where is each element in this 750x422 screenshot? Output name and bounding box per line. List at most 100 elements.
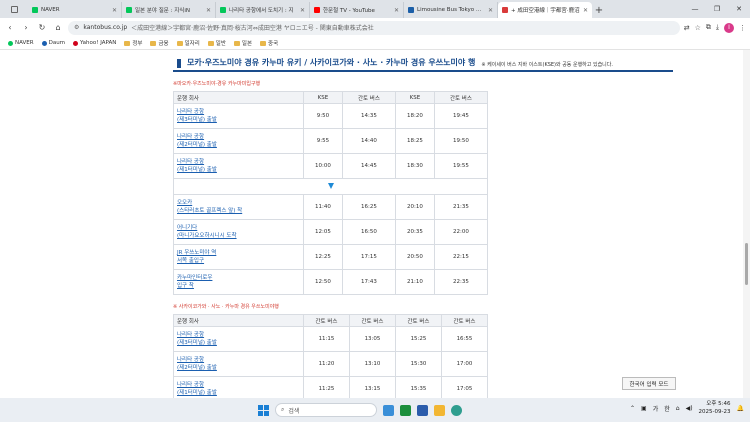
tab-actions[interactable] xyxy=(0,0,28,18)
menu-icon[interactable]: ⋮ xyxy=(739,24,746,32)
minimize-icon[interactable]: — xyxy=(684,0,706,18)
timetable-1: 운행 회사 KSE 간토 버스 KSE 간토 버스 나리타 공항 (제3터미널) 출발 9:… xyxy=(173,91,489,295)
tab-close-icon[interactable]: ✕ xyxy=(583,7,588,14)
word-icon[interactable] xyxy=(417,404,428,416)
widgets-icon[interactable] xyxy=(383,404,394,416)
excel-icon[interactable] xyxy=(400,404,411,416)
bookmark-item[interactable]: 정부 xyxy=(124,39,142,47)
network-icon[interactable]: ⌂ xyxy=(676,405,680,412)
stop-link[interactable]: 입구 착 xyxy=(177,282,303,290)
bookmark-item[interactable]: 금융 xyxy=(150,39,169,47)
tab-favicon-icon xyxy=(408,7,414,13)
tray-chevron-icon[interactable]: ⌃ xyxy=(630,405,635,412)
page-scrollbar[interactable] xyxy=(743,50,750,398)
maximize-icon[interactable]: ❐ xyxy=(706,0,728,18)
home-icon[interactable]: ⌂ xyxy=(52,22,64,34)
bookmark-item[interactable]: 중국 xyxy=(260,39,278,47)
stop-link[interactable]: (제2터미널) 출발 xyxy=(177,364,303,372)
folder-icon xyxy=(233,40,240,46)
stop-link[interactable]: 나리타 공항 xyxy=(177,158,303,166)
stop-cell: 오오카 (스타러초토 골프렉스 앞) 착 xyxy=(173,194,304,220)
profile-avatar[interactable]: I xyxy=(724,22,734,33)
stop-link[interactable]: 나리타 공항 xyxy=(177,356,303,364)
table-row: JR 우쓰노미야 역 서쪽 출입구 12:25 17:15 20:50 22:15 xyxy=(173,244,489,270)
translate-icon[interactable]: ⇄ xyxy=(684,24,690,32)
tab-search-icon[interactable] xyxy=(10,5,18,13)
stop-link[interactable]: (제3터미널) 출발 xyxy=(177,339,303,347)
browser-tab[interactable]: + 成田空港線｜宇都宮·鹿沼 ✕ xyxy=(498,2,592,18)
stop-link[interactable]: (제1터미널) 출발 xyxy=(177,166,303,174)
downloads-icon[interactable]: ⤓ xyxy=(716,23,719,32)
stop-link[interactable]: (마니가요오하시니시 도착 xyxy=(177,232,303,240)
stop-link[interactable]: 나리타 공항 xyxy=(177,133,303,141)
bookmark-item[interactable]: 일반 xyxy=(207,39,226,47)
scrollbar-thumb[interactable] xyxy=(745,243,748,285)
ime-indicator[interactable]: 가 xyxy=(653,404,659,413)
table1-caption: ※마오카·우즈노미야·경유 카누마미입구행 xyxy=(173,81,261,87)
time-cell: 11:15 xyxy=(303,326,350,352)
browser-tab[interactable]: Limousine Bus Tokyo Airpo ✕ xyxy=(404,2,498,18)
file-explorer-icon[interactable] xyxy=(434,404,445,416)
language-indicator[interactable]: 한 xyxy=(664,404,670,413)
back-icon[interactable]: ‹ xyxy=(4,22,16,34)
stop-cell: JR 우쓰노미야 역 서쪽 출입구 xyxy=(173,244,304,270)
time-cell: 16:25 xyxy=(341,194,396,220)
taskbar-search[interactable]: ⌕ 검색 xyxy=(275,403,377,417)
stop-link[interactable]: 오오카 xyxy=(177,199,303,207)
stop-link[interactable]: (제1터미널) 출발 xyxy=(177,389,303,397)
tab-close-icon[interactable]: ✕ xyxy=(394,7,399,14)
tab-close-icon[interactable]: ✕ xyxy=(300,7,305,14)
stop-cell: 나리타 공항 (제1터미널) 출발 xyxy=(173,376,304,398)
stop-link[interactable]: 나리타 공항 xyxy=(177,381,303,389)
site-info-icon[interactable]: ⚙ xyxy=(74,24,79,31)
tab-close-icon[interactable]: ✕ xyxy=(488,7,493,14)
forward-icon[interactable]: › xyxy=(20,22,32,34)
extensions-icon[interactable]: ⧉ xyxy=(706,23,711,32)
bookmark-favicon-icon xyxy=(41,40,47,46)
bookmark-item[interactable]: Daum xyxy=(41,40,65,46)
close-icon[interactable]: ✕ xyxy=(728,0,750,18)
stop-link[interactable]: (스타러초토 골프렉스 앞) 착 xyxy=(177,207,303,215)
stop-link[interactable]: 나리타 공항 xyxy=(177,331,303,339)
notification-icon[interactable]: 🔔 xyxy=(737,405,744,412)
stop-cell: 나리타 공항 (제3터미널) 출발 xyxy=(173,326,304,352)
bookmark-item[interactable]: Yahoo! JAPAN xyxy=(73,40,116,46)
browser-tab[interactable]: 나리타 공항에서 도치기 : 지 ✕ xyxy=(216,2,310,18)
reload-icon[interactable]: ↻ xyxy=(36,22,48,34)
stop-link[interactable]: (제2터미널) 출발 xyxy=(177,141,303,149)
stop-link[interactable]: 서쪽 출입구 xyxy=(177,257,303,265)
stop-link[interactable]: 카누마인터로우 xyxy=(177,274,303,282)
tray-app-icon[interactable]: ▣ xyxy=(641,405,647,412)
bookmark-item[interactable]: NAVER xyxy=(8,40,34,46)
bookmark-star-icon[interactable]: ☆ xyxy=(695,24,701,32)
address-bar[interactable]: ⚙ kantobus.co.jp ＜成田空港線＞宇都宮·鹿沼·佐野·真岡·桜古河… xyxy=(68,20,680,35)
tab-close-icon[interactable]: ✕ xyxy=(206,7,211,14)
new-tab-button[interactable]: + xyxy=(592,2,606,18)
stop-link[interactable]: 어니기다 xyxy=(177,224,303,232)
time-cell: 22:35 xyxy=(433,269,489,295)
time-cell: 12:05 xyxy=(303,219,343,245)
bookmark-label: 일자리 xyxy=(184,41,200,47)
browser-tab[interactable]: NAVER ✕ xyxy=(28,2,122,18)
time-cell: 18:30 xyxy=(394,153,435,179)
browser-tab[interactable]: 일본 분야 질문 : 지식iN ✕ xyxy=(122,2,216,18)
stop-link[interactable]: 나리타 공항 xyxy=(177,108,303,116)
table-row: 나리타 공항 (제3터미널) 출발 11:15 13:05 15:25 16:55 xyxy=(173,326,488,352)
tab-close-icon[interactable]: ✕ xyxy=(112,7,117,14)
bookmark-item[interactable]: 일본 xyxy=(233,39,252,47)
bookmark-item[interactable]: 일자리 xyxy=(176,39,200,47)
edge-icon[interactable] xyxy=(451,404,462,416)
clock[interactable]: 오후 5:46 2025-09-23 xyxy=(699,400,731,416)
stop-cell: 카누마인터로우 입구 착 xyxy=(173,269,304,295)
volume-icon[interactable]: ◀) xyxy=(686,405,693,412)
stop-link[interactable]: (제3터미널) 출발 xyxy=(177,116,303,124)
clock-time: 오후 5:46 xyxy=(706,401,731,407)
browser-tab[interactable]: 한문철 TV - YouTube ✕ xyxy=(310,2,404,18)
route-note: ※ 케이세이 버스 지바 이스트(KSE)와 공동 운행하고 있습니다. xyxy=(481,62,613,68)
table2-caption: ※ 사카이코가와 · 사노 · 카누마 경유 우쓰노미야행 xyxy=(173,304,279,310)
bookmark-label: 금융 xyxy=(158,41,169,47)
time-cell: 11:25 xyxy=(303,376,350,398)
start-icon[interactable] xyxy=(258,404,269,416)
time-cell: 21:35 xyxy=(433,194,489,220)
stop-link[interactable]: JR 우쓰노미야 역 xyxy=(177,249,303,257)
